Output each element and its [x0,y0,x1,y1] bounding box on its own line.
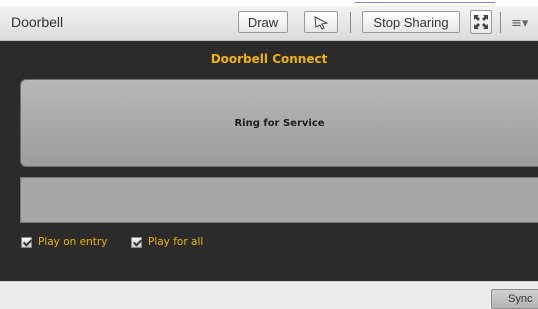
ring-for-service-button[interactable]: Ring for Service [20,79,538,167]
footer-bar: Sync [0,281,538,309]
play-on-entry-label: Play on entry [38,236,108,248]
pointer-button[interactable] [304,11,338,33]
doorbell-panel: Doorbell Connect Ring for Service Play o… [0,41,538,281]
fullscreen-button[interactable] [470,10,492,34]
play-for-all-checkbox[interactable] [131,236,142,248]
play-for-all-option[interactable]: Play for all [131,236,203,248]
play-on-entry-option[interactable]: Play on entry [21,236,107,248]
window-title: Doorbell [11,14,64,30]
panel-title: Doorbell Connect [210,52,328,66]
fullscreen-icon [474,15,488,29]
sync-button[interactable]: Sync [491,289,538,309]
play-on-entry-checkbox[interactable] [21,236,32,248]
toolbar-separator-2 [500,12,501,33]
message-field[interactable] [20,177,538,223]
pointer-icon [314,16,329,30]
ring-button-label: Ring for Service [234,117,325,129]
menu-icon[interactable]: ≡▾ [511,16,528,31]
title-bar: Doorbell Draw Stop Sharing ≡▾ [0,6,538,41]
draw-button[interactable]: Draw [238,11,288,33]
toolbar-separator [350,12,351,33]
play-for-all-label: Play for all [148,236,204,248]
stop-sharing-button[interactable]: Stop Sharing [362,11,460,33]
